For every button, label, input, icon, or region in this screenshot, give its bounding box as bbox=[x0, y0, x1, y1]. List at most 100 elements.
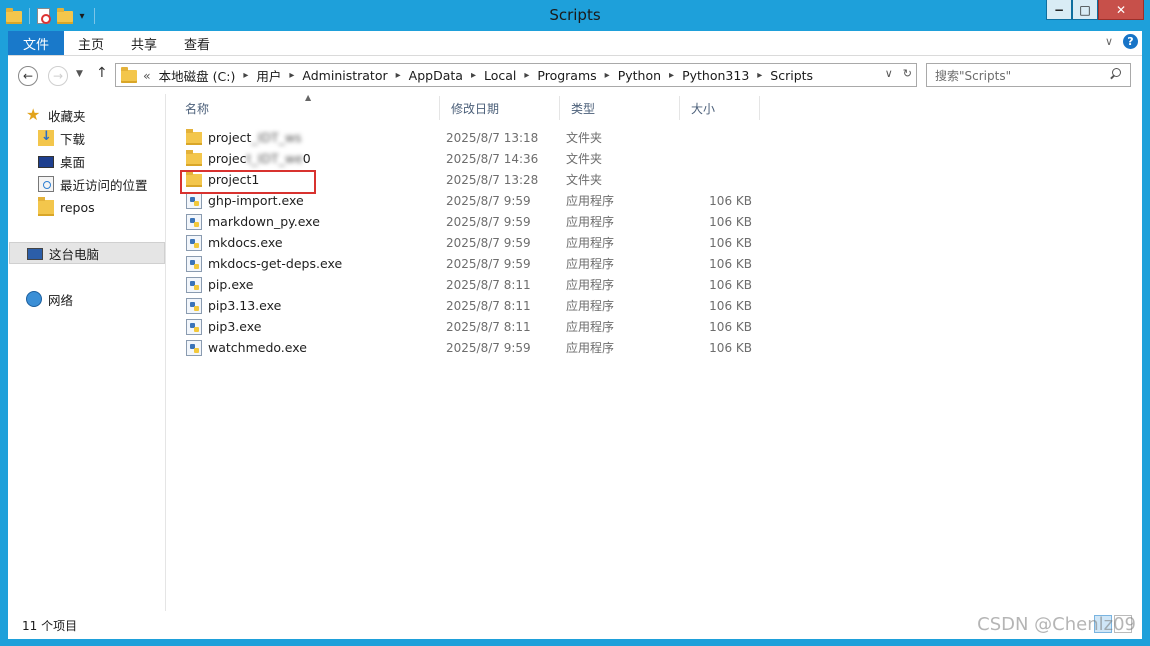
breadcrumb-item[interactable]: Python bbox=[618, 68, 661, 83]
refresh-icon[interactable]: ↻ bbox=[903, 67, 912, 80]
chevron-right-icon[interactable]: ▸ bbox=[669, 70, 674, 81]
file-type-cell: 应用程序 bbox=[566, 257, 615, 271]
breadcrumb-item[interactable]: Scripts bbox=[770, 68, 813, 83]
date-modified-cell: 2025/8/7 8:11 bbox=[446, 277, 531, 292]
tab-file[interactable]: 文件 bbox=[8, 31, 64, 55]
table-row[interactable]: projec t_IDT_we 0 2025/8/7 14:36 文件夹 bbox=[174, 148, 774, 169]
tab-home[interactable]: 主页 bbox=[78, 31, 104, 55]
table-row[interactable]: mkdocs.exe 2025/8/7 9:59 应用程序 106 KB bbox=[174, 232, 774, 253]
column-header-type[interactable]: 类型 bbox=[560, 96, 680, 120]
file-size-cell: 106 KB bbox=[709, 193, 752, 208]
application-icon bbox=[186, 318, 202, 335]
sidebar-item-label: 桌面 bbox=[60, 154, 86, 170]
address-bar[interactable]: « 本地磁盘 (C:) ▸ 用户 ▸ Administrator ▸ AppDa… bbox=[115, 63, 917, 87]
date-modified-cell: 2025/8/7 9:59 bbox=[446, 256, 531, 271]
date-modified-cell: 2025/8/7 9:59 bbox=[446, 340, 531, 355]
breadcrumb-item[interactable]: 用户 bbox=[256, 66, 281, 85]
download-folder-icon bbox=[38, 129, 54, 146]
sidebar-item-network[interactable]: 网络 bbox=[26, 288, 73, 310]
address-dropdown-icon[interactable]: ∨ bbox=[885, 67, 893, 80]
table-row[interactable]: pip.exe 2025/8/7 8:11 应用程序 106 KB bbox=[174, 274, 774, 295]
file-type-cell: 应用程序 bbox=[566, 236, 615, 250]
back-button[interactable]: ← bbox=[18, 66, 38, 86]
breadcrumb-item[interactable]: 本地磁盘 (C:) bbox=[159, 66, 236, 85]
chevron-right-icon[interactable]: ▸ bbox=[605, 70, 610, 81]
table-row[interactable]: project _IDT_ws 2025/8/7 13:18 文件夹 bbox=[174, 127, 774, 148]
maximize-button[interactable]: □ bbox=[1072, 0, 1098, 20]
column-label: 大小 bbox=[691, 101, 716, 116]
file-type-cell: 应用程序 bbox=[566, 299, 615, 313]
date-modified-cell: 2025/8/7 9:59 bbox=[446, 235, 531, 250]
chevron-right-icon[interactable]: ▸ bbox=[524, 70, 529, 81]
ribbon-right-controls: ∨ ? bbox=[1105, 34, 1138, 49]
file-name-cell[interactable]: pip3.exe bbox=[186, 316, 261, 337]
search-icon[interactable] bbox=[1108, 68, 1122, 82]
breadcrumb-item[interactable]: Local bbox=[484, 68, 516, 83]
file-size-cell bbox=[646, 169, 752, 190]
file-name: mkdocs-get-deps.exe bbox=[208, 256, 343, 271]
sidebar-item-this-pc[interactable]: 这台电脑 bbox=[9, 242, 165, 264]
file-name-cell[interactable]: mkdocs-get-deps.exe bbox=[186, 253, 342, 274]
search-input[interactable]: 搜索"Scripts" bbox=[926, 63, 1131, 87]
sidebar-item-label: 最近访问的位置 bbox=[60, 177, 148, 193]
breadcrumb-overflow[interactable]: « bbox=[143, 68, 151, 83]
breadcrumb-item[interactable]: Administrator bbox=[302, 68, 387, 83]
column-label: 名称 bbox=[185, 101, 210, 116]
folder-icon bbox=[186, 150, 202, 166]
chevron-right-icon[interactable]: ▸ bbox=[396, 70, 401, 81]
tab-share[interactable]: 共享 bbox=[131, 31, 157, 55]
window-controls: − □ ✕ bbox=[1046, 0, 1144, 20]
sort-ascending-icon: ▲ bbox=[305, 93, 312, 102]
sidebar-item-desktop[interactable]: 桌面 bbox=[38, 150, 85, 172]
file-name-cell[interactable]: projec t_IDT_we 0 bbox=[186, 148, 311, 169]
breadcrumb-item[interactable]: Python313 bbox=[682, 68, 749, 83]
file-type-cell: 应用程序 bbox=[566, 278, 615, 292]
file-size-cell: 106 KB bbox=[709, 277, 752, 292]
file-name-cell[interactable]: watchmedo.exe bbox=[186, 337, 307, 358]
up-arrow-icon[interactable]: ↑ bbox=[96, 65, 108, 81]
forward-button[interactable]: → bbox=[48, 66, 68, 86]
chevron-right-icon[interactable]: ▸ bbox=[471, 70, 476, 81]
date-modified-cell: 2025/8/7 9:59 bbox=[446, 193, 531, 208]
file-name: pip3.13.exe bbox=[208, 298, 282, 313]
breadcrumb-item[interactable]: AppData bbox=[409, 68, 463, 83]
chevron-right-icon[interactable]: ▸ bbox=[757, 70, 762, 81]
table-row[interactable]: markdown_py.exe 2025/8/7 9:59 应用程序 106 KB bbox=[174, 211, 774, 232]
close-button[interactable]: ✕ bbox=[1098, 0, 1144, 20]
file-name-cell[interactable]: pip.exe bbox=[186, 274, 254, 295]
sidebar-item-repos[interactable]: repos bbox=[38, 196, 95, 218]
column-header-size[interactable]: 大小 bbox=[680, 96, 760, 120]
table-row[interactable]: mkdocs-get-deps.exe 2025/8/7 9:59 应用程序 106 … bbox=[174, 253, 774, 274]
expand-ribbon-icon[interactable]: ∨ bbox=[1105, 35, 1113, 48]
help-icon[interactable]: ? bbox=[1123, 34, 1138, 49]
column-label: 修改日期 bbox=[451, 101, 500, 116]
column-header-name[interactable]: 名称 ▲ bbox=[174, 93, 440, 120]
table-row[interactable]: pip3.exe 2025/8/7 8:11 应用程序 106 KB bbox=[174, 316, 774, 337]
chevron-right-icon[interactable]: ▸ bbox=[243, 70, 248, 81]
recent-locations-chevron-icon[interactable]: ▼ bbox=[76, 69, 83, 79]
title-bar[interactable]: ▾ Scripts − □ ✕ bbox=[0, 0, 1150, 31]
file-size-cell: 106 KB bbox=[709, 235, 752, 250]
file-name-cell[interactable]: markdown_py.exe bbox=[186, 211, 320, 232]
table-row[interactable]: watchmedo.exe 2025/8/7 9:59 应用程序 106 KB bbox=[174, 337, 774, 358]
file-name-cell[interactable]: pip3.13.exe bbox=[186, 295, 281, 316]
file-name-cell[interactable]: project _IDT_ws bbox=[186, 127, 302, 148]
file-name-cell[interactable]: mkdocs.exe bbox=[186, 232, 283, 253]
folder-icon bbox=[121, 66, 137, 83]
date-modified-cell: 2025/8/7 14:36 bbox=[446, 151, 539, 166]
sidebar-item-downloads[interactable]: 下载 bbox=[38, 127, 85, 149]
tab-view[interactable]: 查看 bbox=[184, 31, 210, 55]
file-name: projec bbox=[208, 151, 247, 166]
recent-places-icon bbox=[38, 176, 54, 192]
column-header-date[interactable]: 修改日期 bbox=[440, 96, 560, 120]
sidebar-item-favorites[interactable]: ★ 收藏夹 bbox=[26, 104, 86, 126]
file-size-cell: 106 KB bbox=[709, 298, 752, 313]
file-name-suffix: 0 bbox=[302, 151, 311, 166]
sidebar-item-recent-places[interactable]: 最近访问的位置 bbox=[38, 173, 148, 195]
breadcrumb-item[interactable]: Programs bbox=[537, 68, 596, 83]
minimize-button[interactable]: − bbox=[1046, 0, 1072, 20]
file-name: watchmedo.exe bbox=[208, 340, 307, 355]
table-row[interactable]: pip3.13.exe 2025/8/7 8:11 应用程序 106 KB bbox=[174, 295, 774, 316]
date-modified-cell: 2025/8/7 13:18 bbox=[446, 130, 539, 145]
chevron-right-icon[interactable]: ▸ bbox=[289, 70, 294, 81]
